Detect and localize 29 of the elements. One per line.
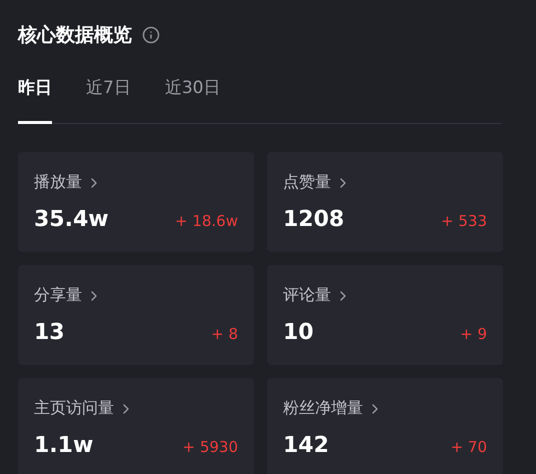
period-tab[interactable]: 近30日 xyxy=(164,76,220,124)
period-tab[interactable]: 昨日 xyxy=(18,76,52,124)
metric-value: 35.4w xyxy=(34,207,109,232)
info-icon[interactable] xyxy=(142,26,160,44)
metric-change: + 8 xyxy=(211,325,238,343)
metric-change: + 5930 xyxy=(182,438,238,456)
metric-change: + 70 xyxy=(450,438,487,456)
metric-change: + 9 xyxy=(460,325,487,343)
metric-label: 评论量 xyxy=(283,285,331,306)
metric-value: 10 xyxy=(283,320,314,345)
metric-card[interactable]: 播放量 35.4w + 18.6w xyxy=(18,152,254,252)
metric-value: 1.1w xyxy=(34,433,94,458)
metric-change: + 18.6w xyxy=(174,212,238,230)
metric-card[interactable]: 分享量 13 + 8 xyxy=(18,265,254,365)
metric-label: 播放量 xyxy=(34,172,82,193)
metric-label: 粉丝净增量 xyxy=(283,398,363,419)
metric-value: 13 xyxy=(34,320,65,345)
metric-label: 主页访问量 xyxy=(34,398,114,419)
metric-value: 1208 xyxy=(283,207,344,232)
metric-change: + 533 xyxy=(441,212,487,230)
metric-card[interactable]: 点赞量 1208 + 533 xyxy=(267,152,503,252)
period-tab[interactable]: 近7日 xyxy=(86,76,131,124)
metric-card[interactable]: 粉丝净增量 142 + 70 xyxy=(267,378,503,474)
metric-label: 点赞量 xyxy=(283,172,331,193)
metric-value: 142 xyxy=(283,433,329,458)
section-title: 核心数据概览 xyxy=(18,23,132,48)
metric-card[interactable]: 主页访问量 1.1w + 5930 xyxy=(18,378,254,474)
metric-label: 分享量 xyxy=(34,285,82,306)
metric-card[interactable]: 评论量 10 + 9 xyxy=(267,265,503,365)
